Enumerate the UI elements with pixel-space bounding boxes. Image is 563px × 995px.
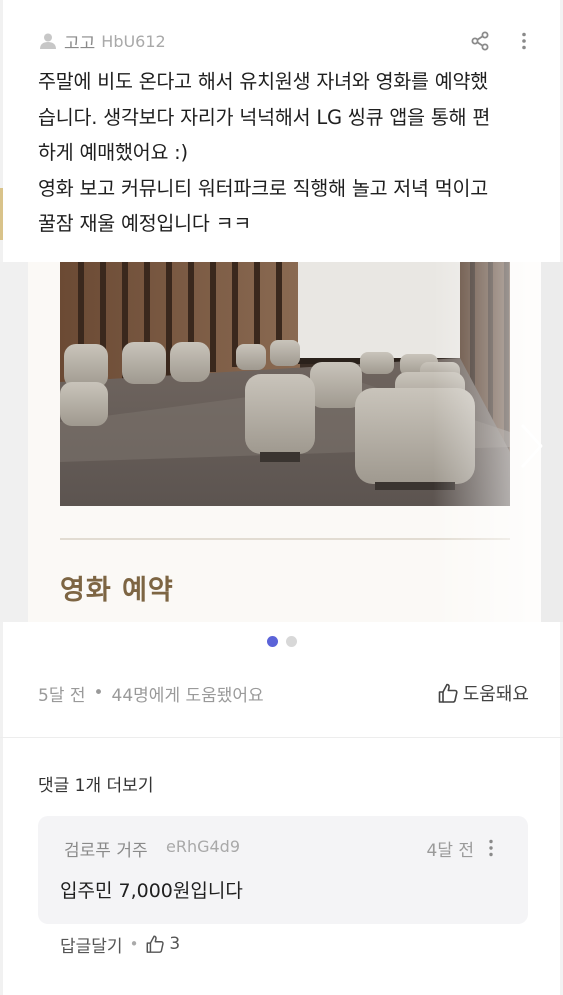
helpful-button-label: 도움돼요: [462, 684, 529, 705]
carousel-slide[interactable]: 영화 예약: [28, 262, 543, 622]
post-body: 주말에 비도 온다고 해서 유치원생 자녀와 영화를 예약했 습니다. 생각보다…: [38, 64, 538, 242]
comment-author-name[interactable]: 검로푸 거주: [64, 836, 148, 861]
post-body-line: 습니다. 생각보다 자리가 넉넉해서 LG 씽큐 앱을 통해 편: [38, 105, 491, 129]
comment-like-count: 3: [169, 934, 181, 954]
comment-text: 입주민 7,000원입니다: [60, 880, 243, 902]
meta-separator: •: [93, 683, 104, 703]
helpful-count: 44명에게 도움됐어요: [111, 685, 264, 706]
slide-caption: 영화 예약: [60, 575, 174, 606]
post-body-line: 꿀잠 재울 예정입니다 ㅋㅋ: [38, 212, 252, 235]
reply-button[interactable]: 답글달기: [60, 932, 123, 957]
person-icon: [40, 33, 56, 49]
thumbs-up-icon: [438, 683, 458, 703]
post-header: 고고 HbU612: [38, 28, 535, 54]
previous-slide-peek: [0, 262, 28, 622]
more-vertical-icon[interactable]: [513, 30, 535, 52]
section-divider: [0, 737, 563, 738]
image-carousel[interactable]: 영화 예약: [0, 262, 563, 622]
share-icon[interactable]: [469, 30, 491, 52]
pagination-dot[interactable]: [285, 636, 297, 647]
view-more-comments-link[interactable]: 댓글 1개 더보기: [38, 771, 153, 796]
comment-actions: 답글달기 • 3: [60, 930, 180, 958]
comment-more-vertical-icon[interactable]: [480, 837, 502, 859]
post-body-line: 하게 예매했어요 :): [38, 141, 188, 164]
comment-action-separator: •: [129, 935, 139, 953]
post-meta: 5달 전 • 44명에게 도움됐어요 도움돼요: [38, 678, 529, 708]
pagination-dot-active[interactable]: [266, 636, 278, 647]
comment-item: 검로푸 거주 eRhG4d9 4달 전 입주민 7,000원입니다: [38, 816, 528, 924]
carousel-pagination: [0, 636, 563, 647]
post-body-line: 주말에 비도 온다고 해서 유치원생 자녀와 영화를 예약했: [38, 70, 489, 93]
left-edge-marker: [0, 188, 3, 240]
post-author-name[interactable]: 고고: [64, 29, 95, 54]
thumbs-up-icon: [146, 935, 165, 953]
post-author-id: HbU612: [101, 31, 166, 51]
comment-author-id: eRhG4d9: [166, 837, 241, 856]
chevron-right-icon[interactable]: [514, 420, 548, 472]
comment-like-button[interactable]: 3: [145, 934, 180, 954]
helpful-button[interactable]: 도움돼요: [437, 680, 529, 706]
post-body-line: 영화 보고 커뮤니티 워터파크로 직행해 놀고 저녁 먹이고: [38, 176, 489, 200]
post-time: 5달 전: [38, 685, 86, 706]
post-actions: [469, 30, 535, 52]
comment-time: 4달 전: [426, 841, 475, 861]
